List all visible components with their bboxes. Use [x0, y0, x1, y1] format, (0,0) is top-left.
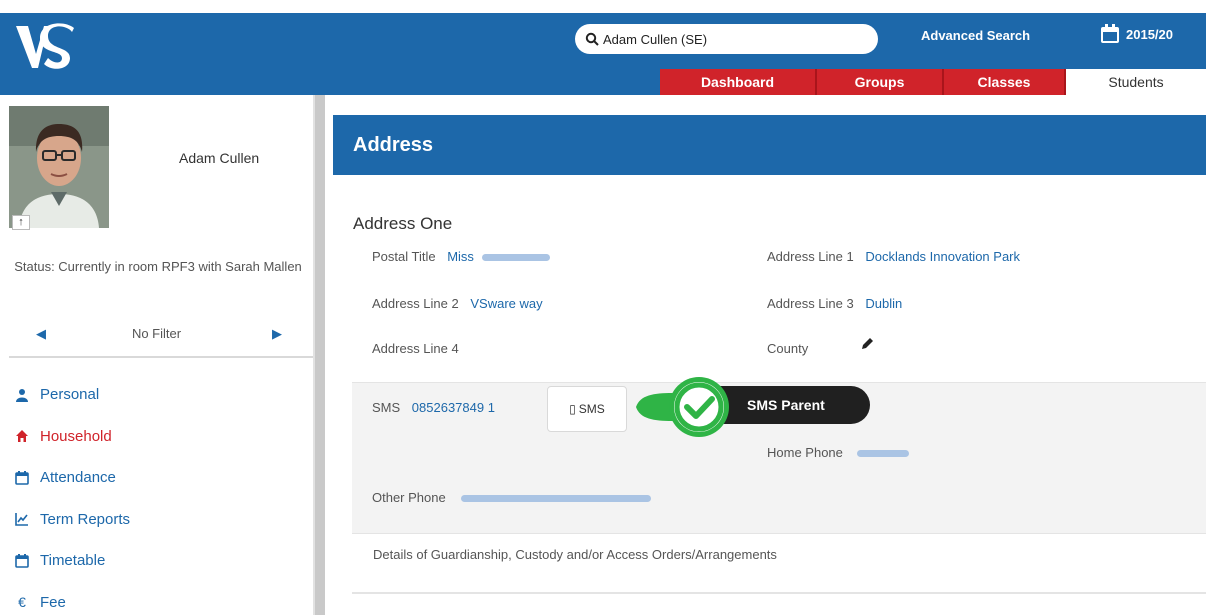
student-nav: Personal Household Attendance Term Repor…: [14, 384, 130, 615]
redacted-surname: [481, 254, 550, 262]
address-line3-label: Address Line 3: [767, 296, 854, 311]
student-avatar: [9, 106, 109, 228]
address-line4-field: Address Line 4: [372, 341, 459, 356]
edit-pencil-icon[interactable]: [860, 337, 874, 351]
address-line3-value[interactable]: Dublin: [865, 296, 902, 311]
calendar-icon: [1101, 24, 1119, 43]
search-icon: [585, 32, 599, 46]
tab-classes[interactable]: Classes: [944, 69, 1066, 95]
callout-check-icon: [636, 377, 729, 437]
student-sidebar: ↑ Adam Cullen Status: Currently in room …: [0, 95, 313, 615]
address-one-heading: Address One: [353, 214, 453, 233]
main-tabs: Dashboard Groups Classes Students: [660, 69, 1206, 95]
euro-icon: €: [18, 594, 26, 611]
sms-label: SMS: [372, 400, 401, 415]
student-search-input[interactable]: Adam Cullen (SE): [575, 24, 878, 54]
sidebar-item-label: Timetable: [40, 552, 106, 570]
header-top-strip: [0, 0, 1206, 13]
callout-label: SMS Parent: [717, 386, 870, 424]
home-phone-label: Home Phone: [767, 445, 843, 460]
sidebar-item-label: Personal: [40, 386, 100, 403]
address-line1-label: Address Line 1: [767, 249, 854, 264]
upload-icon: ↑: [18, 216, 24, 228]
chart-icon: [14, 512, 30, 527]
phone-icon: ▯: [569, 402, 576, 416]
student-filter: ◀ No Filter ▶: [0, 322, 313, 346]
calendar-icon: [14, 553, 30, 568]
upload-photo-button[interactable]: ↑: [12, 215, 30, 230]
tab-dashboard[interactable]: Dashboard: [660, 69, 817, 95]
sidebar-item-label: Fee: [40, 593, 66, 611]
filter-label: No Filter: [131, 326, 182, 341]
sidebar-item-label: Household: [40, 427, 112, 445]
county-field: County: [767, 341, 808, 356]
academic-year-selector[interactable]: 2015/20: [1100, 24, 1173, 44]
search-value: Adam Cullen (SE): [603, 31, 708, 47]
county-label: County: [767, 341, 809, 356]
postal-title-label: Postal Title: [372, 249, 436, 264]
sidebar-item-attendance[interactable]: Attendance: [14, 467, 130, 488]
address-line2-value[interactable]: VSware way: [470, 296, 542, 311]
sidebar-item-fee[interactable]: € Fee: [14, 592, 130, 613]
section-divider: [352, 592, 1206, 594]
address-line2-label: Address Line 2: [372, 296, 459, 311]
sidebar-item-term-reports[interactable]: Term Reports: [14, 509, 130, 530]
calendar-icon: [14, 470, 30, 485]
sms-number[interactable]: 0852637849 1: [412, 400, 495, 415]
home-icon: [14, 429, 30, 443]
vsware-logo[interactable]: [14, 20, 76, 76]
address-line1-value[interactable]: Docklands Innovation Park: [865, 249, 1020, 264]
academic-year-label: 2015/20: [1126, 26, 1173, 42]
other-phone-label: Other Phone: [372, 490, 446, 505]
send-sms-button[interactable]: ▯ SMS: [547, 386, 627, 432]
sidebar-item-label: Attendance: [40, 469, 116, 487]
home-phone-field: Home Phone: [767, 445, 909, 460]
user-icon: [14, 388, 30, 402]
sidebar-item-household[interactable]: Household: [14, 426, 130, 447]
sidebar-item-label: Term Reports: [40, 510, 131, 528]
panel-splitter[interactable]: [313, 95, 325, 615]
top-header: Adam Cullen (SE) Advanced Search 2015/20…: [0, 0, 1206, 95]
student-name: Adam Cullen: [179, 150, 260, 166]
address-line2-field: Address Line 2 VSware way: [372, 296, 543, 311]
guardianship-details: Details of Guardianship, Custody and/or …: [373, 547, 777, 562]
advanced-search-link[interactable]: Advanced Search: [921, 28, 1030, 43]
tab-students[interactable]: Students: [1066, 69, 1206, 95]
sms-field: SMS 0852637849 1: [372, 400, 495, 415]
postal-title-value[interactable]: Miss: [447, 249, 474, 264]
next-student-button[interactable]: ▶: [272, 326, 282, 342]
address-line4-label: Address Line 4: [372, 341, 459, 356]
postal-title-field: Postal Title Miss: [372, 249, 550, 264]
redacted-home-phone: [856, 450, 909, 458]
sms-button-label: SMS: [578, 402, 605, 416]
student-status: Status: Currently in room RPF3 with Sara…: [14, 259, 302, 274]
address-line1-field: Address Line 1 Docklands Innovation Park: [767, 249, 1020, 264]
tab-groups[interactable]: Groups: [817, 69, 944, 95]
sidebar-item-personal[interactable]: Personal: [14, 384, 130, 405]
sidebar-item-timetable[interactable]: Timetable: [14, 550, 130, 571]
address-line3-field: Address Line 3 Dublin: [767, 296, 902, 311]
redacted-other-phone: [461, 495, 652, 503]
section-title: Address: [333, 115, 1206, 175]
sidebar-divider: [9, 356, 313, 358]
other-phone-field: Other Phone: [372, 490, 652, 505]
